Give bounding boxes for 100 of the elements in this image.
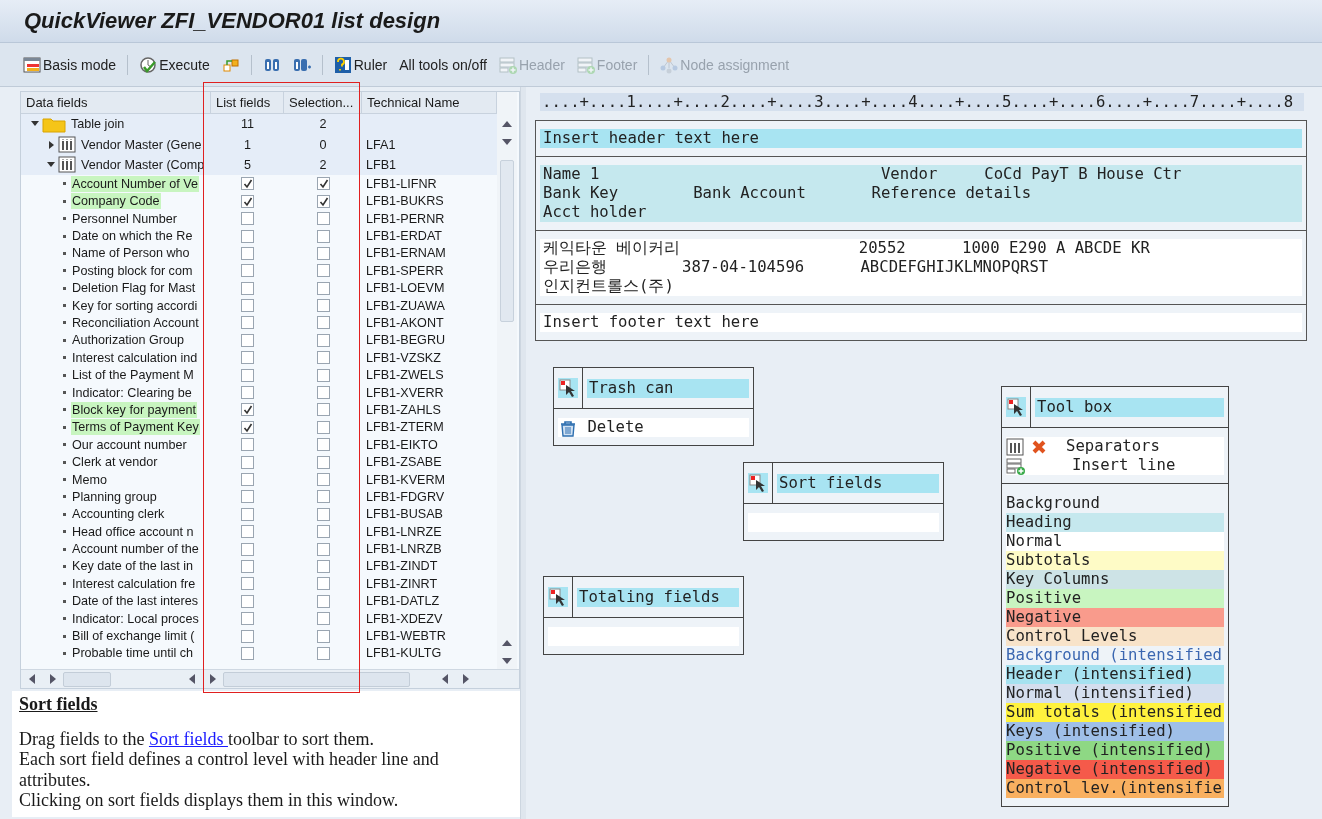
checkbox[interactable]: [316, 420, 330, 434]
checkbox[interactable]: [316, 368, 330, 382]
checkbox[interactable]: [316, 612, 330, 626]
drag-handle-icon[interactable]: [1005, 396, 1027, 418]
checkbox[interactable]: [316, 246, 330, 260]
checkbox[interactable]: [241, 525, 254, 539]
checkbox[interactable]: [241, 194, 254, 208]
field-label[interactable]: Account Number of Ve: [71, 175, 199, 192]
checkbox[interactable]: [241, 177, 254, 191]
color-item[interactable]: Normal: [1006, 532, 1224, 551]
column-header[interactable]: List fields: [211, 92, 284, 113]
checkbox[interactable]: [241, 646, 254, 660]
checkbox[interactable]: [241, 246, 254, 260]
checkbox[interactable]: [241, 403, 254, 417]
collapse-arrow-icon[interactable]: [47, 160, 55, 169]
field-label[interactable]: Indicator: Local proces: [71, 610, 200, 627]
toolbar-button[interactable]: All tools on/off: [394, 53, 492, 76]
scrollbar-thumb[interactable]: [63, 671, 111, 687]
checkbox[interactable]: [316, 577, 330, 591]
field-label[interactable]: Memo: [71, 471, 108, 488]
toolbar-button[interactable]: Execute: [134, 52, 215, 77]
checkbox[interactable]: [316, 351, 330, 365]
toolbar-button[interactable]: Basis mode: [18, 52, 122, 77]
color-item[interactable]: Positive (intensified): [1006, 741, 1224, 760]
checkbox[interactable]: [241, 473, 254, 486]
checkbox[interactable]: [241, 264, 254, 278]
field-label[interactable]: List of the Payment M: [71, 367, 195, 384]
checkbox[interactable]: [316, 333, 330, 347]
checkbox[interactable]: [241, 386, 254, 400]
field-label[interactable]: Indicator: Clearing be: [71, 384, 193, 401]
checkbox[interactable]: [241, 612, 254, 626]
color-item[interactable]: Positive: [1006, 589, 1224, 608]
checkbox[interactable]: [316, 177, 330, 191]
checkbox[interactable]: [241, 490, 254, 504]
field-label[interactable]: Planning group: [71, 488, 158, 505]
field-label[interactable]: Date of the last interes: [71, 593, 199, 610]
checkbox[interactable]: [316, 194, 330, 208]
color-item[interactable]: Key Columns: [1006, 570, 1224, 589]
checkbox[interactable]: [316, 629, 330, 643]
checkbox[interactable]: [241, 577, 254, 591]
drag-handle-icon[interactable]: [557, 377, 579, 399]
checkbox[interactable]: [241, 438, 254, 452]
help-link[interactable]: Sort fields: [148, 728, 228, 749]
checkbox[interactable]: [316, 386, 330, 400]
field-label[interactable]: Reconciliation Account: [71, 315, 200, 331]
scrollbar-thumb[interactable]: [500, 160, 514, 322]
delete-item[interactable]: Delete: [558, 418, 749, 437]
field-label[interactable]: Bill of exchange limit (: [71, 628, 196, 644]
checkbox[interactable]: [241, 629, 254, 643]
column-header[interactable]: Selection...: [284, 92, 362, 113]
field-label[interactable]: Probable time until ch: [71, 645, 195, 662]
color-item[interactable]: Negative: [1006, 608, 1224, 627]
field-label[interactable]: Interest calculation ind: [71, 349, 199, 366]
field-label[interactable]: Account number of the: [71, 541, 200, 558]
color-item[interactable]: Heading: [1006, 513, 1224, 532]
column-header[interactable]: Data fields: [21, 92, 211, 113]
checkbox[interactable]: [241, 212, 254, 226]
field-label[interactable]: Date on which the Re: [71, 228, 194, 245]
drag-handle-icon[interactable]: [747, 472, 769, 494]
checkbox[interactable]: [316, 316, 330, 330]
checkbox[interactable]: [316, 438, 330, 452]
color-item[interactable]: Subtotals: [1006, 551, 1224, 570]
field-label[interactable]: Personnel Number: [71, 210, 178, 227]
checkbox[interactable]: [241, 316, 254, 330]
checkbox[interactable]: [241, 594, 254, 608]
color-item[interactable]: Negative (intensified): [1006, 760, 1224, 779]
field-label[interactable]: Authorization Group: [71, 332, 185, 349]
checkbox[interactable]: [316, 594, 330, 608]
checkbox[interactable]: [316, 559, 330, 573]
tree-node-label[interactable]: Vendor Master (Comp: [80, 156, 206, 173]
checkbox[interactable]: [241, 368, 254, 382]
field-label[interactable]: Block key for payment: [71, 401, 197, 418]
color-item[interactable]: Header (intensified): [1006, 665, 1224, 684]
checkbox[interactable]: [241, 299, 254, 313]
color-item[interactable]: Control Levels: [1006, 627, 1224, 646]
checkbox[interactable]: [316, 490, 330, 504]
color-item[interactable]: Control lev.(intensifie: [1006, 779, 1224, 798]
scrollbar-thumb[interactable]: [223, 671, 410, 687]
checkbox[interactable]: [316, 473, 330, 486]
checkbox[interactable]: [316, 281, 330, 295]
drag-handle-icon[interactable]: [547, 586, 569, 608]
tree-node-label[interactable]: Vendor Master (Gene: [80, 136, 203, 153]
field-label[interactable]: Posting block for com: [71, 262, 194, 279]
checkbox[interactable]: [316, 542, 330, 556]
checkbox[interactable]: [316, 229, 330, 243]
checkbox[interactable]: [241, 281, 254, 295]
color-item[interactable]: Sum totals (intensified: [1006, 703, 1224, 722]
checkbox[interactable]: [316, 264, 330, 278]
checkbox[interactable]: [241, 455, 254, 469]
checkbox[interactable]: [316, 646, 330, 660]
field-label[interactable]: Name of Person who: [71, 245, 191, 262]
field-label[interactable]: Key for sorting accordi: [71, 297, 199, 314]
checkbox[interactable]: [316, 455, 330, 469]
checkbox[interactable]: [316, 507, 330, 521]
color-item[interactable]: Keys (intensified): [1006, 722, 1224, 741]
field-label[interactable]: Key date of the last in: [71, 558, 195, 575]
checkbox[interactable]: [316, 212, 330, 226]
checkbox[interactable]: [241, 542, 254, 556]
field-label[interactable]: Head office account n: [71, 523, 195, 540]
tree-node-label[interactable]: Table join: [70, 116, 126, 133]
